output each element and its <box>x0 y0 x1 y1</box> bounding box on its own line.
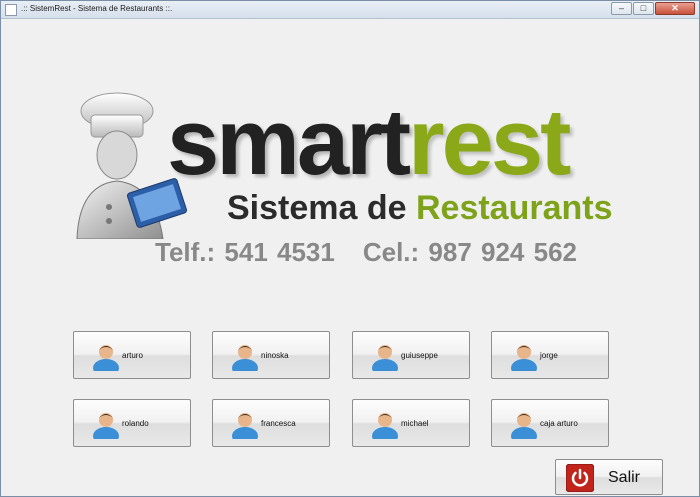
user-icon <box>372 413 398 439</box>
power-icon <box>566 464 594 492</box>
user-button-label: francesca <box>261 419 296 428</box>
user-icon <box>93 345 119 371</box>
user-button-caja-arturo[interactable]: caja arturo <box>491 399 609 447</box>
user-icon <box>372 345 398 371</box>
main-window: .:: SistemRest - Sistema de Restaurants … <box>0 0 700 497</box>
close-button[interactable]: ✕ <box>655 2 695 15</box>
user-button-arturo[interactable]: arturo <box>73 331 191 379</box>
user-button-rolando[interactable]: rolando <box>73 399 191 447</box>
user-icon <box>232 345 258 371</box>
caption-buttons: – □ ✕ <box>610 2 695 15</box>
user-button-label: rolando <box>122 419 149 428</box>
user-button-label: guiuseppe <box>401 351 438 360</box>
user-button-label: arturo <box>122 351 143 360</box>
subtitle-part2: Restaurants <box>415 189 613 227</box>
user-button-label: caja arturo <box>540 419 578 428</box>
exit-button-label: Salir <box>608 469 641 486</box>
user-icon <box>232 413 258 439</box>
brand-name: smartrest <box>167 95 571 189</box>
title-bar[interactable]: .:: SistemRest - Sistema de Restaurants … <box>1 1 699 19</box>
phone-number: Telf.: 541 4531 <box>155 237 335 267</box>
cell-number: Cel.: 987 924 562 <box>362 237 577 267</box>
brand-part1: smart <box>167 89 411 194</box>
smartrest-logo: smartrest Sistema de Restaurants Telf.: … <box>67 79 647 279</box>
window-title: .:: SistemRest - Sistema de Restaurants … <box>21 4 173 13</box>
user-button-ninoska[interactable]: ninoska <box>212 331 330 379</box>
user-button-guiuseppe[interactable]: guiuseppe <box>352 331 470 379</box>
user-button-label: jorge <box>540 351 558 360</box>
user-button-label: ninoska <box>261 351 289 360</box>
subtitle-part1: Sistema de <box>227 189 407 227</box>
brand-part2: rest <box>408 89 571 194</box>
minimize-button[interactable]: – <box>611 2 632 15</box>
app-icon[interactable] <box>5 4 17 16</box>
user-icon <box>511 345 537 371</box>
exit-button[interactable]: Salir <box>555 459 663 495</box>
user-button-jorge[interactable]: jorge <box>491 331 609 379</box>
maximize-button[interactable]: □ <box>633 2 654 15</box>
user-icon <box>93 413 119 439</box>
user-button-label: michael <box>401 419 429 428</box>
user-icon <box>511 413 537 439</box>
maximize-icon: □ <box>640 3 647 13</box>
minimize-icon: – <box>618 3 624 13</box>
user-button-michael[interactable]: michael <box>352 399 470 447</box>
close-icon: ✕ <box>671 3 679 13</box>
user-button-francesca[interactable]: francesca <box>212 399 330 447</box>
contact-phones: Telf.: 541 4531 Cel.: 987 924 562 <box>155 237 577 268</box>
brand-subtitle: Sistema de Restaurants <box>227 189 613 228</box>
